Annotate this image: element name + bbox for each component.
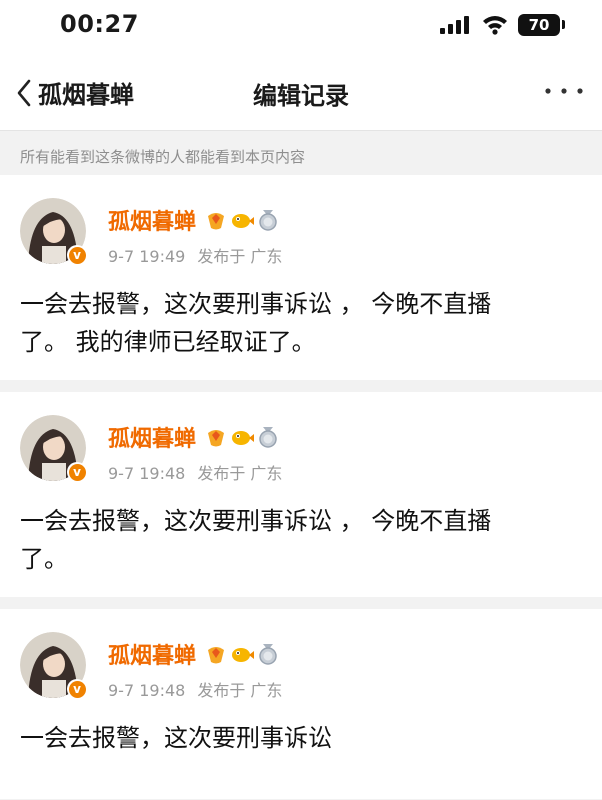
author-name[interactable]: 孤烟暮蝉 <box>108 638 196 670</box>
fan-badge-icon <box>208 430 225 447</box>
post-location: 发布于 广东 <box>197 464 283 483</box>
avatar[interactable]: v <box>20 632 87 699</box>
fan-badge-icon <box>208 213 225 230</box>
medal-icon <box>259 644 277 665</box>
avatar[interactable]: v <box>20 415 87 482</box>
verified-icon: v <box>67 679 87 699</box>
post-location: 发布于 广东 <box>197 247 283 266</box>
post-date: 9-7 19:48 <box>108 681 186 700</box>
avatar[interactable]: v <box>20 198 87 265</box>
edit-record-card: v 孤烟暮蝉 9-7 19:49 发布于 广东 一会去报警，这次要刑事诉讼 ， 今… <box>0 175 602 380</box>
post-content: 一会去报警，这次要刑事诉讼 ， 今晚不直播 了。 我的律师已经取证了。 <box>20 285 582 361</box>
post-date: 9-7 19:49 <box>108 247 186 266</box>
status-bar: 00:27 70 <box>0 0 602 50</box>
nav-bar: 孤烟暮蝉 编辑记录 <box>0 50 602 131</box>
post-meta: 9-7 19:49 发布于 广东 <box>108 243 282 267</box>
verified-icon: v <box>67 245 87 265</box>
more-icon[interactable] <box>544 87 584 95</box>
post-location: 发布于 广东 <box>197 681 283 700</box>
post-text-line: 一会去报警，这次要刑事诉讼 <box>20 724 332 752</box>
post-text-line: 了。 我的律师已经取证了。 <box>20 328 316 356</box>
fan-badge-icon <box>208 647 225 664</box>
medal-icon <box>259 427 277 448</box>
post-text-line: 一会去报警，这次要刑事诉讼 ， 今晚不直播 <box>20 507 492 535</box>
pufferfish-icon <box>232 214 255 228</box>
post-date: 9-7 19:48 <box>108 464 186 483</box>
author-name[interactable]: 孤烟暮蝉 <box>108 204 196 236</box>
edit-record-card: v 孤烟暮蝉 9-7 19:48 发布于 广东 一会去报警，这次要刑事诉讼 ， 今… <box>0 392 602 597</box>
battery-cap <box>562 20 565 29</box>
verified-icon: v <box>67 462 87 482</box>
post-content: 一会去报警，这次要刑事诉讼 ， 今晚不直播 了。 <box>20 502 582 578</box>
pufferfish-icon <box>232 431 255 445</box>
page-title: 编辑记录 <box>253 82 349 110</box>
post-text-line: 了。 <box>20 545 68 573</box>
edit-record-card: v 孤烟暮蝉 9-7 19:48 发布于 广东 一会去报警，这次要刑事诉讼 <box>0 609 602 799</box>
signal-icon <box>440 16 469 34</box>
wifi-icon <box>483 16 507 35</box>
post-text-line: 一会去报警，这次要刑事诉讼 ， 今晚不直播 <box>20 290 492 318</box>
author-name[interactable]: 孤烟暮蝉 <box>108 421 196 453</box>
post-content: 一会去报警，这次要刑事诉讼 <box>20 719 582 757</box>
medal-icon <box>259 210 277 231</box>
visibility-notice: 所有能看到这条微博的人都能看到本页内容 <box>0 131 602 175</box>
status-time: 00:27 <box>60 10 139 38</box>
post-meta: 9-7 19:48 发布于 广东 <box>108 677 282 701</box>
battery-icon: 70 <box>518 14 560 36</box>
pufferfish-icon <box>232 648 255 662</box>
post-meta: 9-7 19:48 发布于 广东 <box>108 460 282 484</box>
